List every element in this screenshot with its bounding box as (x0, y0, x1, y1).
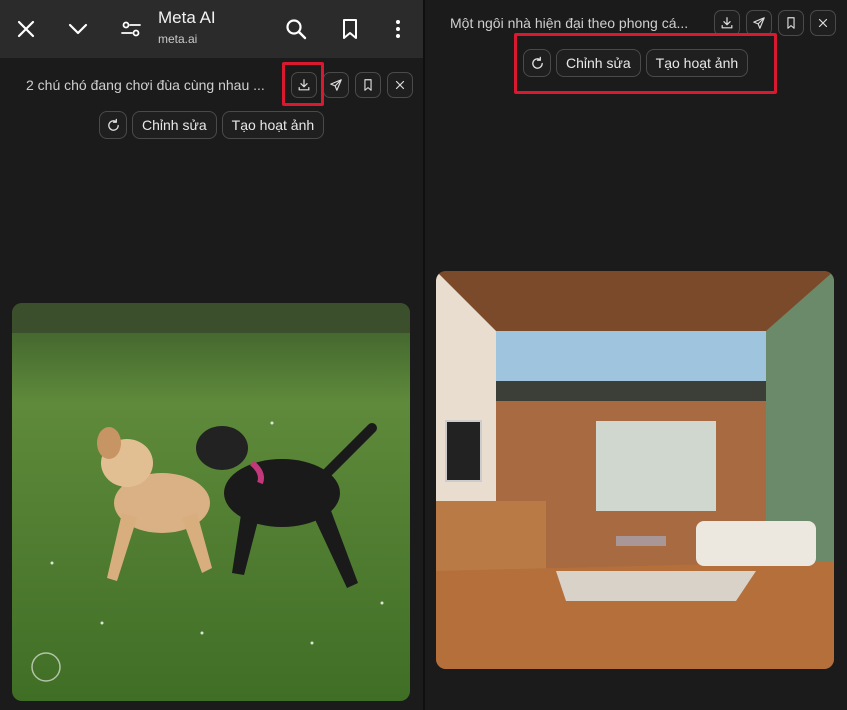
bookmark-icon[interactable] (355, 72, 381, 98)
prompt-text: Một ngôi nhà hiện đại theo phong cá... (450, 15, 689, 31)
left-screen: Meta AI meta.ai 2 chú chó đang chơi đùa … (0, 0, 423, 710)
animate-button[interactable]: Tạo hoạt ảnh (645, 49, 749, 77)
chip-row: Chỉnh sửa Tạo hoạt ảnh (523, 49, 753, 77)
send-icon[interactable] (323, 72, 349, 98)
page-url: meta.ai (158, 32, 198, 46)
close-icon[interactable] (387, 72, 413, 98)
generated-image-dogs[interactable] (12, 303, 410, 701)
page-title: Meta AI (158, 8, 216, 27)
close-icon[interactable] (810, 10, 836, 36)
search-icon[interactable] (276, 9, 316, 49)
prompt-row: 2 chú chó đang chơi đùa cùng nhau ... (26, 72, 413, 98)
refresh-icon (107, 118, 119, 131)
download-highlight-box (282, 62, 324, 106)
chevron-down-icon[interactable] (58, 9, 98, 49)
generated-image-house[interactable] (436, 271, 834, 669)
right-screen: Một ngôi nhà hiện đại theo phong cá... C… (425, 0, 847, 710)
regenerate-button[interactable] (99, 111, 127, 139)
refresh-icon (531, 56, 543, 69)
edit-button[interactable]: Chỉnh sửa (556, 49, 641, 77)
more-vertical-icon[interactable] (378, 9, 418, 49)
bookmark-icon[interactable] (330, 9, 370, 49)
edit-button[interactable]: Chỉnh sửa (132, 111, 217, 139)
app-bar: Meta AI meta.ai (0, 0, 423, 58)
regenerate-button[interactable] (523, 49, 551, 77)
prompt-text: 2 chú chó đang chơi đùa cùng nhau ... (26, 77, 265, 93)
filter-icon[interactable] (111, 9, 151, 49)
close-icon[interactable] (6, 9, 46, 49)
animate-button[interactable]: Tạo hoạt ảnh (221, 111, 325, 139)
bookmark-icon[interactable] (778, 10, 804, 36)
chip-row: Chỉnh sửa Tạo hoạt ảnh (99, 111, 329, 139)
page-title-group: Meta AI meta.ai (158, 8, 216, 46)
